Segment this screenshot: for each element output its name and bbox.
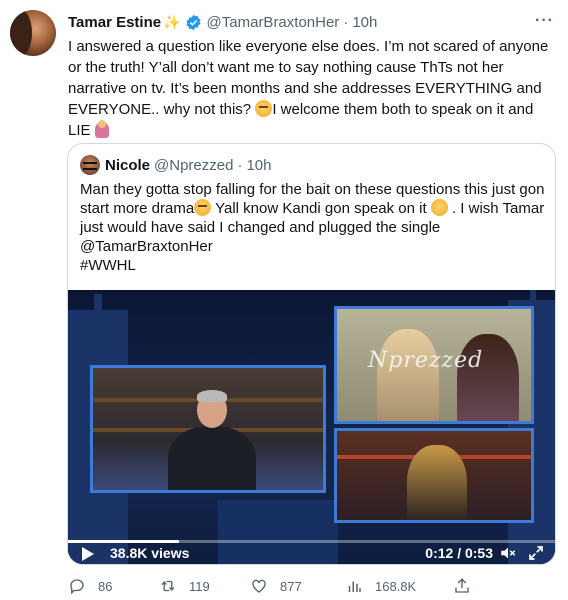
repost-count: 119	[189, 578, 210, 594]
quoted-separator-dot: ·	[237, 156, 243, 174]
worried-face-emoji-icon	[430, 199, 448, 216]
reply-count: 86	[98, 578, 113, 594]
host-hair	[197, 390, 227, 402]
quoted-author-avatar	[80, 155, 100, 175]
tweet-header: Tamar Estine ✨ @TamarBraxtonHer · 10h	[68, 12, 377, 32]
guest-figure	[407, 445, 467, 520]
quoted-tweet-text: Man they gotta stop falling for the bait…	[80, 180, 545, 275]
woman-facepalming-emoji-icon	[94, 120, 109, 138]
skyline-building	[94, 294, 102, 314]
views-count: 168.8K	[375, 578, 417, 594]
host-figure	[168, 426, 256, 490]
author-name[interactable]: Tamar Estine	[68, 14, 161, 31]
unamused-face-emoji-icon	[194, 199, 212, 216]
video-controls: 38.8K views 0:12 / 0:53	[68, 543, 555, 564]
author-avatar[interactable]	[10, 10, 56, 56]
more-icon[interactable]: ···	[535, 12, 554, 30]
repost-button[interactable]: 119	[159, 576, 210, 596]
like-icon	[252, 579, 266, 593]
tweet-actions: 86 119 877 168.8K	[60, 576, 480, 596]
tweet-text: I answered a question like everyone else…	[68, 36, 553, 141]
unamused-face-emoji-icon	[255, 100, 273, 117]
quoted-text-part2: Yall know Kandi gon speak on it	[211, 200, 431, 217]
mute-icon[interactable]	[499, 544, 517, 562]
tweet-timestamp[interactable]: 10h	[352, 14, 377, 31]
video-time: 0:12 / 0:53	[425, 545, 493, 561]
guest-figure	[377, 329, 439, 421]
video-player[interactable]: Nprezzed 38.8K views 0:12 / 0:53	[68, 290, 555, 564]
skyline-building	[530, 290, 536, 304]
video-watermark: Nprezzed	[368, 348, 484, 373]
video-panel-host	[90, 365, 326, 493]
quoted-tweet-header: Nicole @Nprezzed · 10h	[80, 155, 271, 175]
sparkle-icon: ✨	[163, 13, 181, 30]
verified-badge-icon	[185, 14, 202, 31]
quoted-timestamp: 10h	[246, 156, 272, 174]
author-handle[interactable]: @TamarBraxtonHer	[207, 14, 340, 31]
like-button[interactable]: 877	[250, 576, 302, 596]
views-chart-icon	[348, 581, 361, 592]
video-panel-tamar	[334, 428, 534, 523]
like-count: 877	[280, 578, 302, 594]
views-button[interactable]: 168.8K	[345, 576, 416, 596]
quoted-hashtag[interactable]: #WWHL	[80, 257, 136, 274]
quoted-tweet[interactable]: Nicole @Nprezzed · 10h Man they gotta st…	[67, 143, 556, 565]
reply-button[interactable]: 86	[68, 576, 112, 596]
fullscreen-icon[interactable]	[527, 544, 545, 562]
quoted-author-name: Nicole	[105, 156, 151, 174]
quoted-author-handle: @Nprezzed	[154, 156, 234, 174]
video-view-count: 38.8K views	[110, 545, 190, 561]
separator-dot: ·	[343, 13, 349, 31]
repost-icon	[161, 580, 175, 592]
tweet: Tamar Estine ✨ @TamarBraxtonHer · 10h ··…	[0, 0, 568, 600]
reply-icon	[70, 579, 84, 595]
play-icon[interactable]	[82, 547, 94, 561]
share-icon	[455, 578, 469, 593]
share-button[interactable]	[453, 576, 483, 596]
